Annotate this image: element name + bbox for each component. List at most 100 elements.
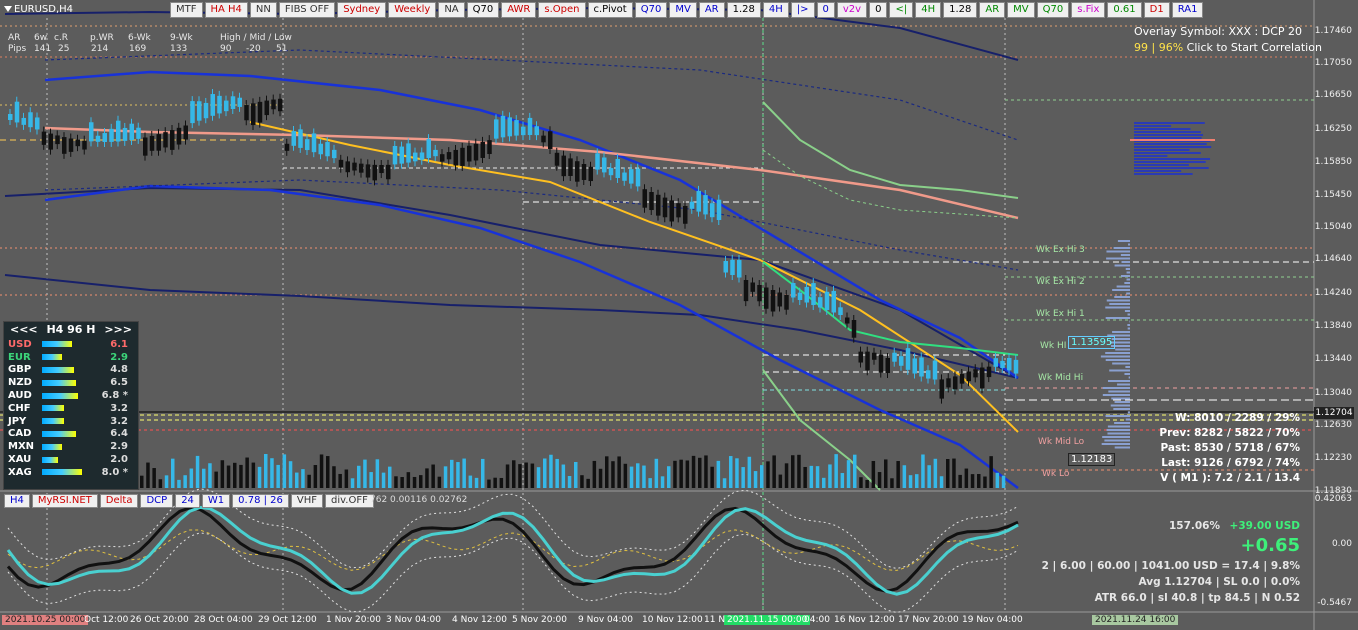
toolbar-button-14[interactable]: 1.28 — [726, 2, 761, 18]
currency-row: CHF 3.2 — [4, 402, 138, 415]
toolbar-button-6[interactable]: NA — [438, 2, 465, 18]
toolbar-button-4[interactable]: Sydney — [337, 2, 387, 18]
volume-bar — [828, 464, 832, 488]
candle — [359, 163, 364, 173]
candle — [527, 117, 533, 136]
toolbar-button-11[interactable]: Q70 — [634, 2, 668, 18]
volume-bar — [648, 478, 652, 488]
volume-bar — [859, 477, 863, 488]
currency-panel-header: <<< H4 96 H >>> — [4, 322, 138, 338]
volume-bar — [977, 474, 981, 488]
toolbar-button-20[interactable]: <| — [889, 2, 914, 18]
currency-row: XAG 8.0 * — [4, 466, 138, 479]
candle — [683, 206, 688, 224]
volume-bar — [555, 458, 559, 488]
toolbar-button-7[interactable]: Q70 — [466, 2, 500, 18]
currency-row: AUD 6.8 * — [4, 389, 138, 402]
profile-bar — [1110, 404, 1130, 407]
osc-toolbar-button-5[interactable]: W1 — [201, 494, 231, 508]
toolbar-button-22[interactable]: 1.28 — [943, 2, 978, 18]
candle — [224, 100, 229, 112]
toolbar-button-21[interactable]: 4H — [915, 2, 942, 18]
toolbar-button-26[interactable]: s.Fix — [1071, 2, 1106, 18]
toolbar-button-8[interactable]: AWR — [501, 2, 537, 18]
currency-name: CHF — [8, 402, 31, 414]
osc-toolbar-button-6[interactable]: 0.78 | 26 — [232, 494, 289, 508]
volume-bar — [499, 477, 504, 488]
volume-bar — [549, 454, 553, 488]
rsi-axis-bottom: -0.5467 — [1317, 598, 1352, 608]
volume-bar — [586, 478, 590, 488]
toolbar-button-16[interactable]: |> — [790, 2, 815, 18]
currency-list: USD 6.1 EUR 2.9 GBP 4.8 NZD 6.5 AUD 6.8 * CHF 3.2 JP… — [4, 338, 138, 479]
overlay-info[interactable]: Overlay Symbol: XXX : DCP 20 99 | 96% Cl… — [1134, 24, 1322, 56]
toolbar-button-10[interactable]: c.Pivot — [587, 2, 633, 18]
volume-bar — [257, 466, 262, 488]
toolbar-button-18[interactable]: v2v — [836, 2, 868, 18]
price-tick: 1.12230 — [1314, 453, 1352, 463]
volume-bar — [803, 466, 807, 488]
candle — [662, 197, 668, 218]
profile-bar — [1127, 411, 1130, 414]
toolbar-button-28[interactable]: D1 — [1143, 2, 1170, 18]
toolbar-button-19[interactable]: 0 — [869, 2, 888, 18]
symbol-icon — [4, 6, 12, 12]
date-tick: 3 Nov 04:00 — [386, 615, 441, 625]
wk-mid-lo-label: Wk Mid Lo — [1038, 437, 1085, 447]
toolbar-button-13[interactable]: AR — [698, 2, 725, 18]
date-tick: 04:00 — [804, 615, 830, 625]
prev-timeframe-button[interactable]: <<< — [10, 322, 38, 338]
volume-bar — [431, 464, 435, 488]
toolbar-button-0[interactable]: MTF — [170, 2, 203, 18]
candle — [163, 132, 168, 148]
osc-toolbar-button-8[interactable]: div.OFF — [325, 494, 374, 508]
candle — [629, 169, 634, 184]
ar-val: 169 — [129, 44, 147, 54]
profile-bar — [1126, 271, 1130, 274]
volume-bar — [722, 478, 727, 488]
toolbar-button-27[interactable]: 0.61 — [1107, 2, 1142, 18]
strength-bar — [42, 430, 76, 437]
toolbar-button-2[interactable]: NN — [249, 2, 277, 18]
toolbar-button-17[interactable]: 0 — [816, 2, 835, 18]
toolbar-button-3[interactable]: FIBS OFF — [278, 2, 336, 18]
correlation-link[interactable]: 99 | 96% Click to Start Correlation — [1134, 40, 1322, 56]
toolbar-button-1[interactable]: HA H4 — [204, 2, 248, 18]
volume-bar — [226, 465, 231, 488]
osc-toolbar-button-7[interactable]: VHF — [290, 494, 324, 508]
date-tick: 10 Nov 12:00 — [642, 615, 703, 625]
toolbar-button-9[interactable]: s.Open — [538, 2, 586, 18]
candle — [723, 261, 728, 273]
price-tick: 1.14240 — [1314, 288, 1352, 298]
osc-toolbar-button-4[interactable]: 24 — [175, 494, 200, 508]
volume-bar — [834, 454, 838, 488]
toolbar-button-12[interactable]: MV — [669, 2, 697, 18]
ar-header-6w: 6w — [34, 33, 48, 43]
price-tick: 1.13040 — [1314, 388, 1352, 398]
osc-toolbar-button-2[interactable]: Delta — [99, 494, 139, 508]
price-chart[interactable] — [0, 0, 1358, 630]
profile-bar — [1106, 257, 1130, 260]
osc-toolbar-button-1[interactable]: MyRSI.NET — [31, 494, 98, 508]
candle — [764, 287, 769, 309]
toolbar-button-24[interactable]: MV — [1007, 2, 1035, 18]
toolbar-button-29[interactable]: RA1 — [1171, 2, 1204, 18]
toolbar-button-5[interactable]: Weekly — [388, 2, 437, 18]
toolbar-button-25[interactable]: Q70 — [1036, 2, 1070, 18]
osc-toolbar-button-3[interactable]: DCP — [140, 494, 174, 508]
next-timeframe-button[interactable]: >>> — [104, 322, 132, 338]
toolbar-button-15[interactable]: 4H — [762, 2, 789, 18]
osc-toolbar-button-0[interactable]: H4 — [4, 494, 30, 508]
candle — [608, 168, 614, 176]
candle — [743, 280, 749, 302]
volume-bar — [704, 455, 708, 488]
volume-bar — [970, 474, 975, 488]
profile-bar — [1126, 278, 1130, 281]
candle — [311, 133, 317, 153]
volume-bar — [208, 463, 212, 488]
profile-bar — [1101, 443, 1130, 445]
volume-bar — [561, 464, 566, 488]
profile-bar — [1106, 299, 1130, 302]
toolbar-button-23[interactable]: AR — [979, 2, 1006, 18]
profit-big: +0.65 — [1240, 535, 1301, 556]
